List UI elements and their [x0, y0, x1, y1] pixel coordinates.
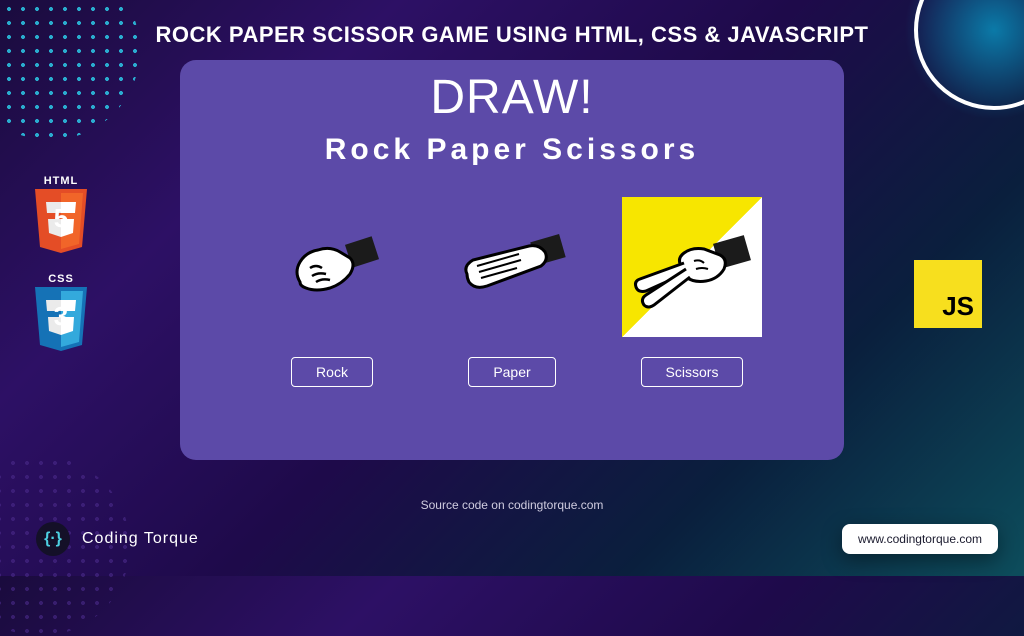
- brand-block: {·} Coding Torque: [36, 522, 199, 556]
- css-label: CSS: [30, 273, 92, 285]
- js-logo-icon: JS: [914, 260, 982, 328]
- scissors-hand-icon[interactable]: [622, 197, 762, 337]
- game-result-text: DRAW!: [200, 70, 824, 125]
- rock-button[interactable]: Rock: [291, 357, 373, 387]
- svg-text:3: 3: [54, 301, 68, 331]
- css3-logo-block: CSS 3: [30, 273, 92, 355]
- paper-hand-icon[interactable]: [442, 197, 582, 337]
- html5-logo-block: HTML 5: [30, 175, 92, 257]
- url-pill[interactable]: www.codingtorque.com: [842, 524, 998, 554]
- url-text: www.codingtorque.com: [858, 532, 982, 546]
- choice-scissors: Scissors: [622, 197, 762, 387]
- brand-logo-icon: {·}: [36, 522, 70, 556]
- tech-logos-left: HTML 5 CSS 3: [30, 175, 92, 355]
- rock-hand-icon[interactable]: [262, 197, 402, 337]
- choice-row: Rock Paper Sci: [200, 197, 824, 387]
- game-title: Rock Paper Scissors: [200, 133, 824, 167]
- svg-text:5: 5: [54, 203, 68, 233]
- scissors-button[interactable]: Scissors: [641, 357, 744, 387]
- source-code-text: Source code on codingtorque.com: [0, 498, 1024, 512]
- js-logo-label: JS: [942, 291, 974, 322]
- brand-name: Coding Torque: [82, 530, 199, 548]
- choice-paper: Paper: [442, 197, 582, 387]
- paper-button[interactable]: Paper: [468, 357, 555, 387]
- html5-shield-icon: 5: [30, 187, 92, 257]
- game-card: DRAW! Rock Paper Scissors Rock Pape: [180, 60, 844, 460]
- css3-shield-icon: 3: [30, 285, 92, 355]
- page-title: ROCK PAPER SCISSOR GAME USING HTML, CSS …: [0, 0, 1024, 48]
- choice-rock: Rock: [262, 197, 402, 387]
- decorative-dots-top-left: [0, 0, 140, 140]
- html-label: HTML: [30, 175, 92, 187]
